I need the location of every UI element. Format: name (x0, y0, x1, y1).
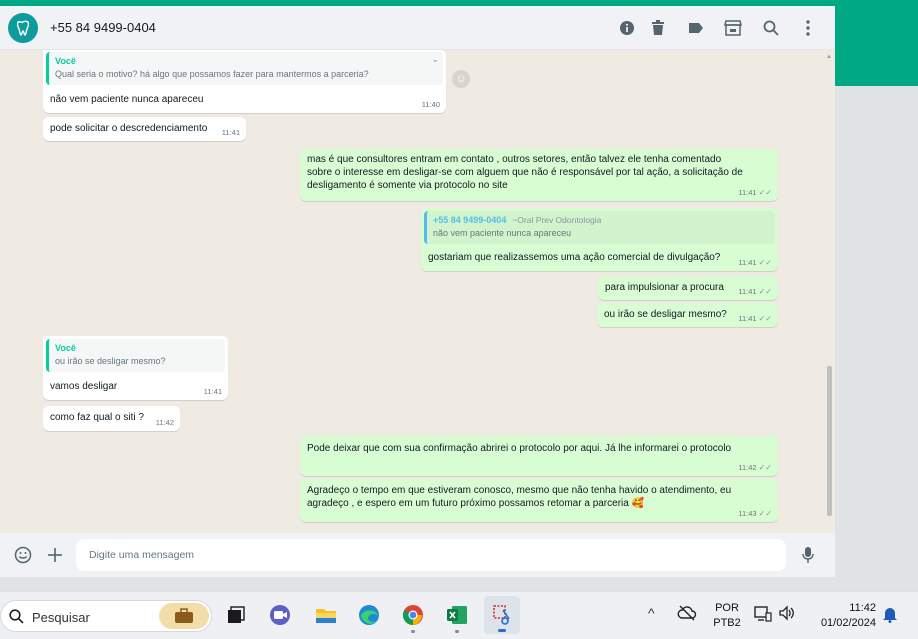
clock-date[interactable]: 01/02/2024 (808, 616, 876, 631)
keyboard-layout[interactable]: PTB2 (710, 616, 744, 631)
message-text: gostariam que realizassemos uma ação com… (428, 252, 721, 263)
message-composer: Digite uma mensagem (0, 533, 835, 577)
whatsapp-window: +55 84 9499-0404 Você Qual seria o motiv… (0, 6, 835, 577)
quoted-message[interactable]: +55 84 9499-0404 ~Oral Prev Odontologia n… (424, 211, 775, 244)
message-input[interactable]: Digite uma mensagem (76, 539, 786, 571)
scrollbar-thumb[interactable] (827, 366, 832, 516)
plus-icon[interactable] (45, 545, 65, 565)
message-line: sobre o interesse em desligar-se com alg… (307, 167, 743, 178)
language-indicator[interactable]: POR (710, 601, 744, 616)
message-time: 11:43 (738, 508, 757, 518)
message-text: Pode deixar que com sua confirmação abri… (307, 443, 732, 454)
message-text: como faz qual o siti ? (50, 412, 144, 423)
message-input-placeholder: Digite uma mensagem (89, 549, 195, 561)
quote-author: Você (55, 343, 76, 353)
outgoing-message[interactable]: Agradeço o tempo em que estiveram conosc… (300, 479, 778, 522)
chat-scrollbar[interactable]: ▲ (825, 54, 834, 533)
chrome-icon[interactable] (400, 602, 426, 633)
display-icon[interactable] (754, 606, 772, 625)
edge-icon[interactable] (356, 602, 382, 628)
side-accent-block (835, 6, 918, 86)
search-icon[interactable] (761, 18, 781, 38)
cloud-offline-icon[interactable] (677, 605, 697, 624)
read-ticks-icon: ✓✓ (758, 508, 772, 518)
message-line: desligamento é somente via protocolo no … (307, 180, 508, 191)
reaction-icon[interactable]: ☺ (452, 70, 470, 88)
message-time: 11:40 (421, 99, 440, 109)
incoming-message[interactable]: pode solicitar o descredenciamento 11:41 (43, 117, 246, 141)
task-view-icon[interactable] (223, 602, 249, 628)
incoming-message[interactable]: Você Qual seria o motivo? há algo que po… (43, 50, 446, 113)
volume-icon[interactable] (778, 605, 796, 624)
chevron-up-icon[interactable]: ^ (648, 605, 655, 621)
incoming-message[interactable]: como faz qual o siti ? 11:42 (43, 406, 180, 431)
message-time: 11:41 (203, 386, 222, 396)
taskbar-search-label: Pesquisar (32, 610, 90, 625)
excel-icon[interactable] (444, 602, 470, 633)
search-icon (9, 609, 24, 624)
incoming-message[interactable]: Você ou irão se desligar mesmo? vamos de… (43, 336, 228, 400)
message-text: não vem paciente nunca apareceu (50, 94, 204, 105)
emoji-icon[interactable] (13, 545, 33, 565)
trash-icon[interactable] (648, 18, 668, 38)
menu-icon[interactable] (798, 18, 818, 38)
contact-name[interactable]: +55 84 9499-0404 (50, 20, 156, 35)
message-line: mas é que consultores entram em contato … (307, 154, 722, 165)
chat-area[interactable]: Você Qual seria o motivo? há algo que po… (0, 50, 835, 533)
read-ticks-icon: ✓✓ (758, 257, 772, 267)
message-time: 11:42 (738, 462, 757, 472)
message-time: 11:41 (738, 286, 757, 296)
read-ticks-icon: ✓✓ (758, 462, 772, 472)
quote-author: Você (55, 56, 76, 66)
message-time: 11:41 (738, 257, 757, 267)
read-ticks-icon: ✓✓ (758, 187, 772, 197)
clock-time[interactable]: 11:42 (808, 601, 876, 616)
message-time: 11:41 (738, 313, 757, 323)
store-icon[interactable] (723, 18, 743, 38)
label-icon[interactable] (686, 18, 706, 38)
notification-bell-icon[interactable] (882, 605, 898, 626)
message-text: vamos desligar (50, 381, 118, 392)
chat-header: +55 84 9499-0404 (0, 6, 835, 50)
read-ticks-icon: ✓✓ (758, 286, 772, 296)
quoted-message[interactable]: Você ou irão se desligar mesmo? (46, 339, 225, 372)
file-explorer-icon[interactable] (313, 602, 339, 628)
quote-author: +55 84 9499-0404 (433, 215, 507, 225)
tooth-avatar-icon (16, 20, 30, 36)
outgoing-message[interactable]: para impulsionar a procura 11:41 ✓✓ (598, 276, 778, 300)
message-line: agradeço , e espero em um futuro próximo… (307, 498, 645, 509)
outgoing-message[interactable]: ou irão se desligar mesmo? 11:41 ✓✓ (597, 303, 778, 327)
snipping-tool-icon[interactable] (484, 596, 520, 634)
message-time: 11:42 (155, 417, 174, 427)
info-icon[interactable] (617, 18, 637, 38)
quote-subtitle: ~Oral Prev Odontologia (512, 215, 602, 225)
outgoing-message[interactable]: Pode deixar que com sua confirmação abri… (300, 436, 778, 476)
meet-icon[interactable] (267, 602, 293, 628)
message-text: pode solicitar o descredenciamento (50, 123, 208, 134)
taskbar-search[interactable]: Pesquisar (0, 600, 212, 632)
mic-icon[interactable] (798, 545, 818, 565)
chevron-down-icon[interactable]: ⌄ (431, 53, 439, 66)
message-line: Agradeço o tempo em que estiveram conosc… (307, 485, 732, 496)
quote-text: Qual seria o motivo? há algo que possamo… (55, 69, 369, 79)
quote-text: não vem paciente nunca apareceu (433, 228, 572, 238)
message-text: para impulsionar a procura (605, 282, 724, 293)
windows-taskbar: Pesquisar ^ POR PTB2 11:42 01/02/2024 (0, 591, 918, 639)
briefcase-icon[interactable] (159, 603, 209, 629)
message-time: 11:41 (221, 127, 240, 137)
outgoing-message[interactable]: mas é que consultores entram em contato … (300, 149, 778, 201)
scroll-up-icon[interactable]: ▲ (826, 54, 832, 60)
message-time: 11:41 (738, 187, 757, 197)
read-ticks-icon: ✓✓ (758, 313, 772, 323)
message-text: ou irão se desligar mesmo? (604, 309, 727, 320)
quoted-message[interactable]: Você Qual seria o motivo? há algo que po… (46, 52, 443, 85)
outgoing-message[interactable]: +55 84 9499-0404 ~Oral Prev Odontologia n… (421, 208, 778, 271)
quote-text: ou irão se desligar mesmo? (55, 356, 166, 366)
avatar[interactable] (8, 13, 38, 43)
